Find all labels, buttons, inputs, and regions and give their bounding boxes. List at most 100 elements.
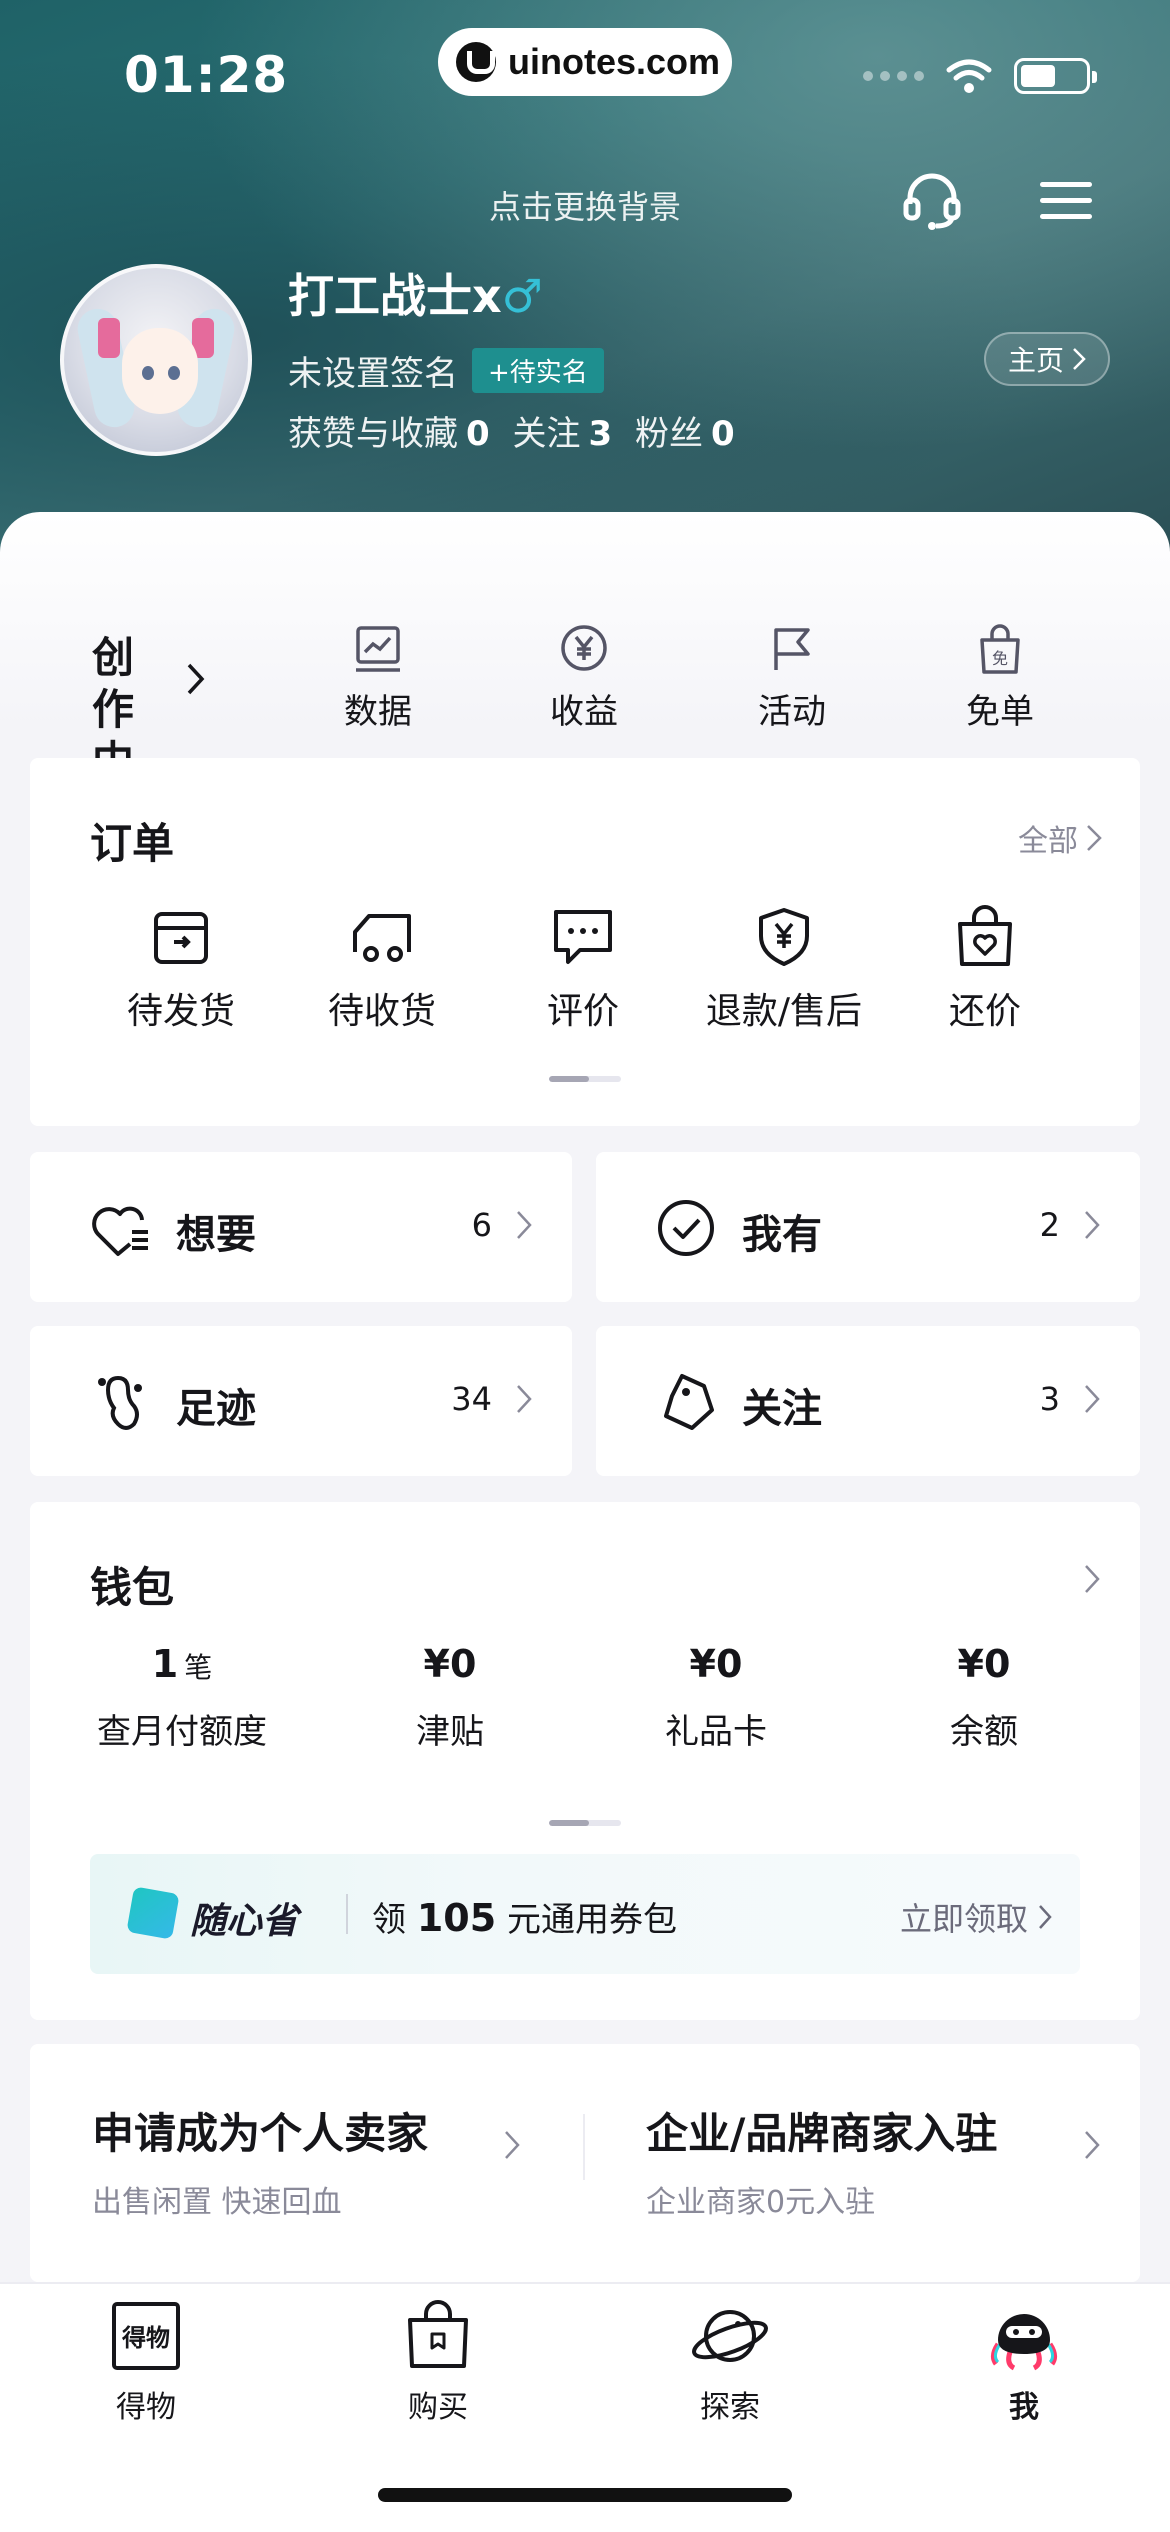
want-tile[interactable]: 想要 6 bbox=[30, 1152, 572, 1302]
seller-card: 申请成为个人卖家 出售闲置 快速回血 企业/品牌商家入驻 企业商家0元入驻 bbox=[30, 2044, 1140, 2282]
status-time: 01:28 bbox=[124, 46, 289, 104]
chevron-right-icon bbox=[1039, 1905, 1052, 1929]
male-gender-icon: ♂ bbox=[501, 269, 543, 323]
creator-item-free[interactable]: 免 免单 bbox=[930, 622, 1070, 733]
signature-text[interactable]: 未设置签名 bbox=[288, 346, 458, 395]
promo-claim-label: 立即领取 bbox=[899, 1900, 1028, 1938]
order-item-refund[interactable]: 退款/售后 bbox=[684, 904, 884, 1034]
chevron-right-icon[interactable] bbox=[1084, 1564, 1100, 1594]
profile-header[interactable]: 01:28 uinotes.com 点击更换背景 打工战士x♂ 未设置签名 +待… bbox=[0, 0, 1170, 560]
username-text: 打工战士x bbox=[288, 269, 502, 323]
customer-service-icon[interactable] bbox=[900, 168, 964, 232]
order-item-label: 评价 bbox=[546, 991, 619, 1032]
comment-icon bbox=[554, 910, 612, 964]
order-item-label: 还价 bbox=[948, 991, 1021, 1032]
following-label[interactable]: 关注 bbox=[512, 414, 580, 454]
creator-item-label: 免单 bbox=[966, 692, 1034, 732]
change-background-link[interactable]: 点击更换背景 bbox=[0, 182, 1170, 228]
order-item-to-receive[interactable]: 待收货 bbox=[282, 904, 482, 1034]
tab-me[interactable]: 我 bbox=[944, 2300, 1104, 2426]
suixinsheng-logo-icon bbox=[126, 1886, 180, 1940]
planet-icon bbox=[692, 2310, 768, 2362]
octopus-avatar-icon bbox=[990, 2314, 1058, 2371]
tab-label: 探索 bbox=[700, 2390, 760, 2425]
wallet-unit: 笔 bbox=[184, 1651, 213, 1684]
chevron-right-icon bbox=[517, 1211, 532, 1239]
creator-item-activity[interactable]: 活动 bbox=[722, 622, 862, 733]
order-item-to-ship[interactable]: 待发货 bbox=[81, 904, 281, 1034]
creator-center-row: 创作中心 数据 收益 活动 bbox=[0, 552, 1170, 838]
business-seller-entry[interactable]: 企业/品牌商家入驻 企业商家0元入驻 bbox=[646, 2100, 997, 2221]
svg-text:免: 免 bbox=[992, 649, 1008, 668]
chart-board-icon bbox=[356, 626, 400, 672]
orders-all-link[interactable]: 全部 bbox=[1018, 816, 1102, 860]
personal-seller-entry[interactable]: 申请成为个人卖家 出售闲置 快速回血 bbox=[92, 2100, 428, 2221]
truck-icon bbox=[353, 914, 411, 962]
likes-label: 获赞与收藏 bbox=[288, 414, 458, 454]
wallet-item-balance[interactable]: ¥0 余额 bbox=[864, 1642, 1104, 1753]
order-item-label: 退款/售后 bbox=[705, 991, 863, 1032]
wallet-item-monthly-pay[interactable]: 1笔 查月付额度 bbox=[62, 1642, 302, 1753]
order-item-review[interactable]: 评价 bbox=[483, 904, 683, 1034]
creator-item-label: 数据 bbox=[344, 692, 412, 732]
creator-item-income[interactable]: 收益 bbox=[514, 622, 654, 733]
tab-label: 得物 bbox=[116, 2390, 176, 2425]
coupon-promo-banner[interactable]: 随心省 领 105 元通用券包 立即领取 bbox=[90, 1854, 1080, 1974]
follow-tile[interactable]: 关注 3 bbox=[596, 1326, 1140, 1476]
homepage-button[interactable]: 主页 bbox=[984, 332, 1110, 386]
tab-label: 购买 bbox=[408, 2390, 468, 2425]
home-indicator bbox=[378, 2488, 792, 2502]
heart-bag-icon bbox=[958, 905, 1012, 966]
wallet-value: ¥0 bbox=[423, 1642, 477, 1686]
wallet-item-allowance[interactable]: ¥0 津贴 bbox=[330, 1642, 570, 1753]
avatar[interactable] bbox=[60, 264, 252, 456]
order-item-counter-offer[interactable]: 还价 bbox=[885, 904, 1085, 1034]
seller-divider bbox=[583, 2114, 585, 2180]
content-sheet: 创作中心 数据 收益 活动 bbox=[0, 512, 1170, 2282]
footprint-icon bbox=[98, 1375, 142, 1430]
fans-label[interactable]: 粉丝 bbox=[635, 414, 703, 454]
menu-icon[interactable] bbox=[1034, 168, 1098, 232]
uinotes-logo-icon bbox=[456, 42, 496, 82]
free-bag-icon: 免 bbox=[980, 624, 1020, 674]
tag-icon bbox=[664, 1374, 714, 1430]
want-label: 想要 bbox=[176, 1212, 256, 1258]
wallet-title[interactable]: 钱包 bbox=[90, 1554, 174, 1615]
promo-offer: 领 105 元通用券包 bbox=[372, 1892, 677, 1941]
chevron-right-icon[interactable] bbox=[504, 2130, 520, 2160]
profile-stats: 获赞与收藏 0 关注 3 粉丝 0 bbox=[288, 406, 747, 455]
fans-value[interactable]: 0 bbox=[711, 414, 735, 454]
wallet-item-gift-card[interactable]: ¥0 礼品卡 bbox=[596, 1642, 836, 1753]
username: 打工战士x♂ bbox=[288, 260, 543, 326]
tab-explore[interactable]: 探索 bbox=[650, 2300, 810, 2426]
dewu-logo-icon: 得物 bbox=[112, 2302, 180, 2370]
url-pill: uinotes.com bbox=[438, 28, 732, 96]
promo-prefix: 领 bbox=[372, 1900, 406, 1940]
footprint-tile[interactable]: 足迹 34 bbox=[30, 1326, 572, 1476]
heart-list-icon bbox=[92, 1206, 148, 1256]
chevron-right-icon bbox=[1073, 348, 1086, 370]
tab-dewu[interactable]: 得物 得物 bbox=[66, 2300, 226, 2426]
have-tile[interactable]: 我有 2 bbox=[596, 1152, 1140, 1302]
business-seller-title: 企业/品牌商家入驻 bbox=[646, 2109, 998, 2158]
creator-item-label: 收益 bbox=[550, 692, 618, 732]
tab-buy[interactable]: 购买 bbox=[358, 2300, 518, 2426]
footprint-label: 足迹 bbox=[176, 1386, 256, 1432]
following-value[interactable]: 3 bbox=[588, 414, 612, 454]
tab-label: 我 bbox=[1009, 2390, 1039, 2425]
chevron-right-icon[interactable] bbox=[186, 662, 206, 696]
creator-item-data[interactable]: 数据 bbox=[308, 622, 448, 733]
chevron-right-icon[interactable] bbox=[1084, 2130, 1100, 2160]
verify-tag[interactable]: +待实名 bbox=[472, 348, 604, 393]
business-seller-subtitle: 企业商家0元入驻 bbox=[646, 2185, 876, 2220]
check-circle-icon bbox=[658, 1200, 714, 1256]
footprint-count: 34 bbox=[451, 1380, 492, 1418]
wallet-value: 1 bbox=[151, 1642, 179, 1686]
wallet-label: 津贴 bbox=[416, 1712, 484, 1752]
orders-scroll-indicator bbox=[549, 1076, 621, 1082]
homepage-label: 主页 bbox=[1007, 344, 1064, 377]
personal-seller-subtitle: 出售闲置 快速回血 bbox=[92, 2185, 342, 2220]
follow-label: 关注 bbox=[742, 1386, 822, 1432]
promo-claim-button[interactable]: 立即领取 bbox=[900, 1894, 1052, 1940]
want-count: 6 bbox=[471, 1206, 492, 1244]
